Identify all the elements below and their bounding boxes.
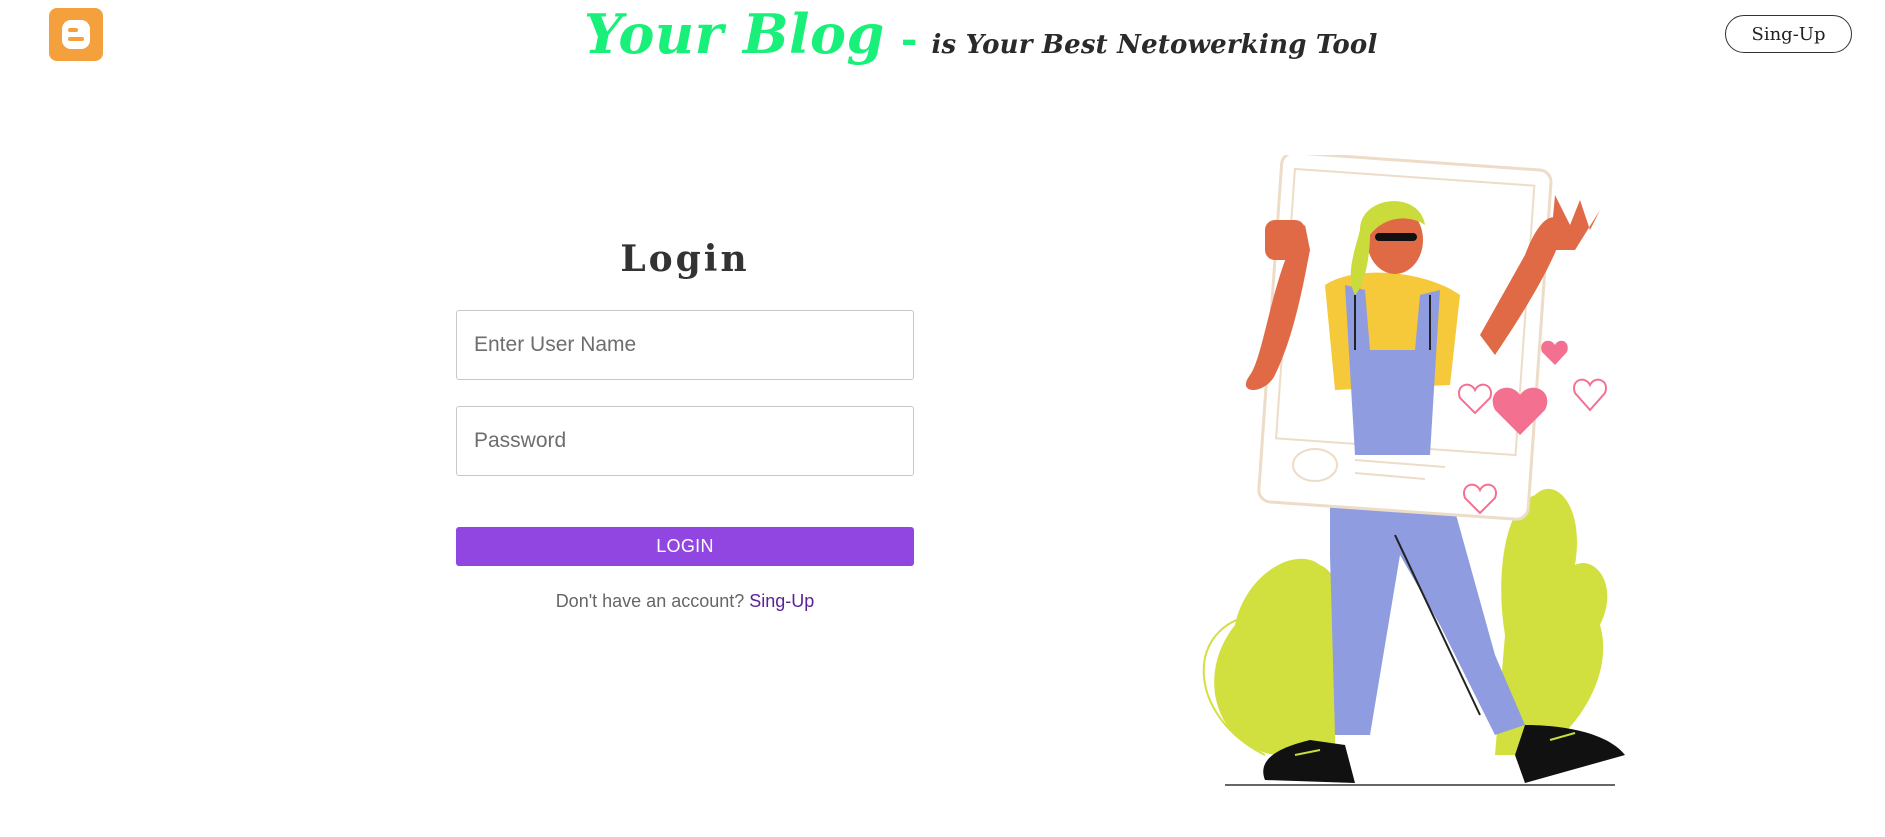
- signup-link[interactable]: Sing-Up: [749, 591, 814, 611]
- site-title: Your Blog - is Your Best Netowerking Too…: [584, 2, 1378, 72]
- blogger-logo-icon[interactable]: [49, 8, 103, 61]
- no-account-text: Don't have an account?: [555, 591, 745, 611]
- login-button[interactable]: LOGIN: [456, 527, 914, 566]
- login-heading: Login: [620, 238, 750, 280]
- signup-prompt: Don't have an account? Sing-Up: [456, 591, 914, 612]
- page: Your Blog - is Your Best Netowerking Too…: [0, 0, 1885, 837]
- brand-name: Your Blog: [584, 2, 885, 66]
- tagline: is Your Best Netowerking Tool: [931, 30, 1378, 60]
- password-input[interactable]: [456, 406, 914, 476]
- title-dash: -: [900, 16, 918, 63]
- header-signup-button[interactable]: Sing-Up: [1725, 15, 1852, 53]
- username-input[interactable]: [456, 310, 914, 380]
- woman-social-frame-illustration: [1195, 151, 1655, 795]
